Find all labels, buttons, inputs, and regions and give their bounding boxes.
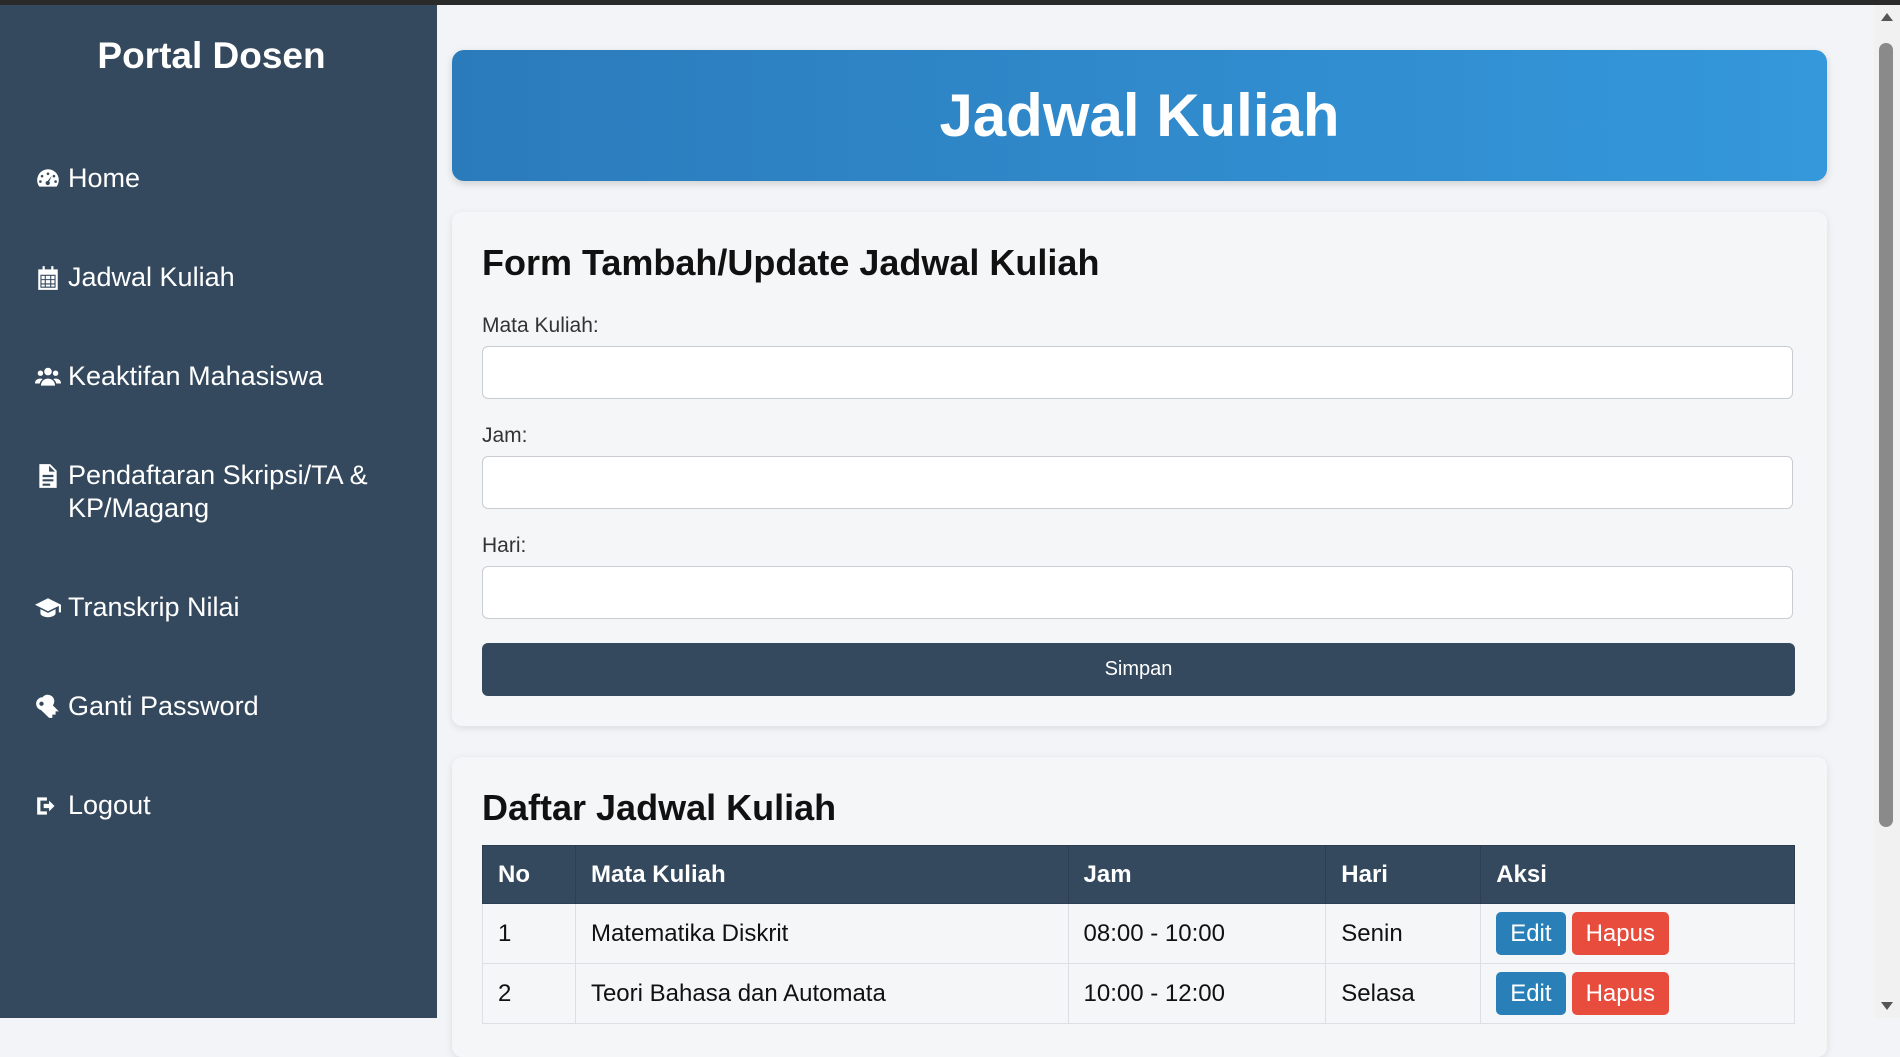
- sidebar-item-label: Home: [68, 163, 141, 193]
- sidebar: Portal Dosen Home Jadwal Kuliah Keaktifa…: [0, 5, 437, 1018]
- scrollbar-thumb[interactable]: [1879, 43, 1893, 827]
- form-card: Form Tambah/Update Jadwal Kuliah Mata Ku…: [452, 212, 1827, 726]
- column-header-mata-kuliah: Mata Kuliah: [574, 845, 1069, 904]
- key-icon: [34, 690, 62, 723]
- sidebar-brand: Portal Dosen: [97, 35, 326, 76]
- cell-mata-kuliah: Teori Bahasa dan Automata: [574, 963, 1069, 1024]
- hari-label: Hari:: [482, 534, 527, 557]
- sidebar-item-label: Logout: [68, 790, 151, 820]
- logout-icon: [34, 789, 62, 822]
- cell-hari: Selasa: [1325, 963, 1482, 1024]
- jam-input[interactable]: [482, 456, 1793, 509]
- schedule-table: No Mata Kuliah Jam Hari Aksi 1 Matematik…: [482, 845, 1795, 1024]
- cell-no: 2: [482, 963, 576, 1024]
- cell-mata-kuliah: Matematika Diskrit: [574, 903, 1069, 964]
- sidebar-item-transkrip-nilai[interactable]: Transkrip Nilai: [34, 591, 394, 624]
- page-title: Jadwal Kuliah: [452, 50, 1827, 181]
- sidebar-item-keaktifan-mahasiswa[interactable]: Keaktifan Mahasiswa: [34, 360, 394, 393]
- column-header-aksi: Aksi: [1480, 845, 1795, 904]
- mata-kuliah-label: Mata Kuliah:: [482, 314, 599, 337]
- cell-no: 1: [482, 903, 576, 964]
- sidebar-item-logout[interactable]: Logout: [34, 789, 394, 822]
- edit-button[interactable]: Edit: [1496, 912, 1566, 955]
- sidebar-item-label: Transkrip Nilai: [68, 592, 240, 622]
- scroll-up-arrow-icon[interactable]: [1881, 13, 1893, 21]
- table-header-row: No Mata Kuliah Jam Hari Aksi: [482, 845, 1795, 904]
- hari-input[interactable]: [482, 566, 1793, 619]
- sidebar-item-label: Keaktifan Mahasiswa: [68, 361, 324, 391]
- table-row: 1 Matematika Diskrit 08:00 - 10:00 Senin…: [482, 903, 1795, 964]
- cell-aksi: Edit Hapus: [1480, 903, 1795, 964]
- sidebar-item-label: Jadwal Kuliah: [68, 262, 235, 292]
- table-row: 2 Teori Bahasa dan Automata 10:00 - 12:0…: [482, 963, 1795, 1024]
- file-icon: [34, 459, 62, 492]
- hapus-button[interactable]: Hapus: [1571, 972, 1669, 1015]
- column-header-no: No: [482, 845, 576, 904]
- edit-button[interactable]: Edit: [1496, 972, 1566, 1015]
- sidebar-item-label: Ganti Password: [68, 691, 259, 721]
- form-title: Form Tambah/Update Jadwal Kuliah: [482, 242, 1100, 283]
- schedule-list-card: Daftar Jadwal Kuliah No Mata Kuliah Jam …: [452, 757, 1827, 1057]
- mata-kuliah-input[interactable]: [482, 346, 1793, 399]
- cell-aksi: Edit Hapus: [1480, 963, 1795, 1024]
- users-icon: [34, 360, 62, 393]
- dashboard-icon: [34, 162, 62, 195]
- sidebar-item-pendaftaran[interactable]: Pendaftaran Skripsi/TA & KP/Magang: [34, 459, 394, 525]
- cell-jam: 10:00 - 12:00: [1067, 963, 1327, 1024]
- sidebar-item-ganti-password[interactable]: Ganti Password: [34, 690, 394, 723]
- scroll-down-arrow-icon[interactable]: [1881, 1002, 1893, 1010]
- list-title: Daftar Jadwal Kuliah: [482, 787, 837, 828]
- jam-label: Jam:: [482, 424, 528, 447]
- calendar-icon: [34, 261, 62, 294]
- simpan-button[interactable]: Simpan: [482, 643, 1795, 696]
- column-header-hari: Hari: [1325, 845, 1482, 904]
- cell-hari: Senin: [1325, 903, 1482, 964]
- sidebar-item-label: Pendaftaran Skripsi/TA & KP/Magang: [68, 460, 368, 523]
- column-header-jam: Jam: [1067, 845, 1327, 904]
- vertical-scrollbar[interactable]: [1874, 5, 1900, 1018]
- sidebar-item-jadwal-kuliah[interactable]: Jadwal Kuliah: [34, 261, 394, 294]
- sidebar-item-home[interactable]: Home: [34, 162, 394, 195]
- graduation-cap-icon: [34, 591, 62, 624]
- hapus-button[interactable]: Hapus: [1571, 912, 1669, 955]
- cell-jam: 08:00 - 10:00: [1067, 903, 1327, 964]
